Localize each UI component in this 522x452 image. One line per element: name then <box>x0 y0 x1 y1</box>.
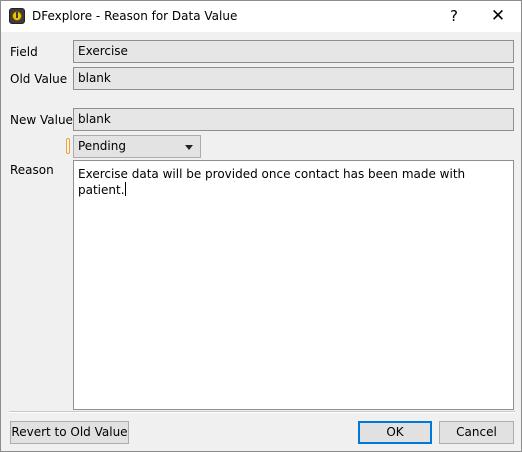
old-value-label: Old Value <box>10 72 68 86</box>
chevron-down-icon <box>185 145 193 150</box>
field-value: Exercise <box>73 40 514 63</box>
status-marker-icon <box>66 138 70 154</box>
field-label: Field <box>10 45 38 59</box>
new-value-label: New Value <box>10 113 73 127</box>
text-cursor <box>124 182 126 196</box>
revert-to-old-value-button[interactable]: Revert to Old Value <box>10 421 129 444</box>
reason-label: Reason <box>10 163 54 177</box>
new-value-field: blank <box>73 108 514 131</box>
status-dropdown[interactable]: Pending <box>73 135 201 158</box>
reason-text: Exercise data will be provided once cont… <box>78 167 466 197</box>
title-bar[interactable]: DFexplore - Reason for Data Value ? ✕ <box>1 1 521 32</box>
window-title: DFexplore - Reason for Data Value <box>32 9 238 23</box>
reason-textarea[interactable]: Exercise data will be provided once cont… <box>73 160 514 410</box>
dfexplore-clock-icon <box>9 8 25 24</box>
old-value-field: blank <box>73 67 514 90</box>
status-selected-value: Pending <box>78 139 126 153</box>
ok-button[interactable]: OK <box>358 421 432 444</box>
cancel-button[interactable]: Cancel <box>439 421 514 444</box>
reason-for-data-value-dialog: DFexplore - Reason for Data Value ? ✕ Fi… <box>0 0 522 452</box>
help-button[interactable]: ? <box>431 1 477 32</box>
close-icon[interactable]: ✕ <box>475 1 521 32</box>
footer-divider <box>9 411 515 413</box>
